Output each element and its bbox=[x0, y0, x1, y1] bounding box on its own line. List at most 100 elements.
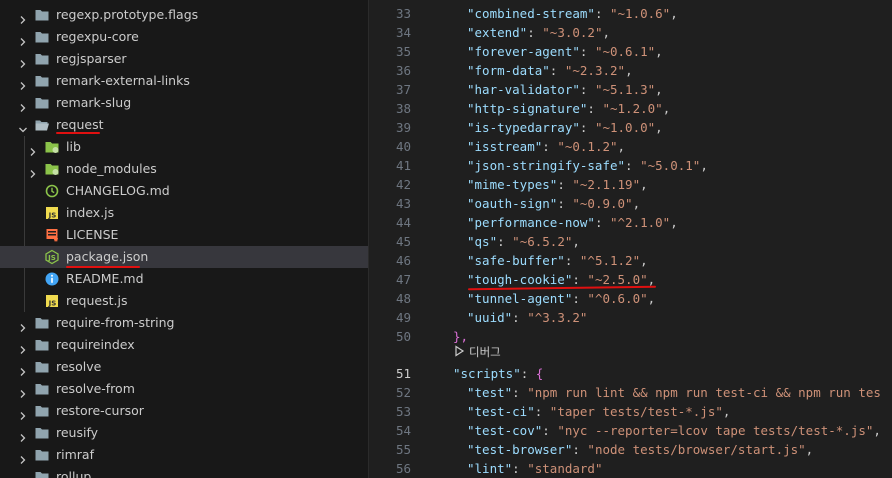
folder-icon bbox=[34, 381, 50, 397]
tree-item-license[interactable]: LICENSE bbox=[0, 224, 368, 246]
tree-item-resolve[interactable]: resolve bbox=[0, 356, 368, 378]
tree-item-rollup[interactable]: rollup bbox=[0, 466, 368, 478]
tree-item-request-js[interactable]: JS request.js bbox=[0, 290, 368, 312]
code-line: 53 "test-ci": "taper tests/test-*.js", bbox=[369, 402, 892, 421]
tree-item-label: rollup bbox=[56, 469, 92, 478]
tree-item-remark-external-links[interactable]: remark-external-links bbox=[0, 70, 368, 92]
tree-item-package-json[interactable]: JS package.json bbox=[0, 246, 368, 268]
line-number: 38 bbox=[395, 101, 411, 116]
json-key: "http-signature" bbox=[467, 101, 588, 116]
json-comma: , bbox=[722, 404, 731, 419]
tree-item-requireindex[interactable]: requireindex bbox=[0, 334, 368, 356]
json-colon: : bbox=[572, 272, 588, 287]
code-text: "uuid": "^3.3.2" bbox=[467, 308, 587, 327]
json-comma: , bbox=[640, 253, 648, 268]
code-text: "safe-buffer": "^5.1.2", bbox=[467, 251, 648, 270]
code-line: 50}, bbox=[369, 327, 892, 346]
json-key: "extend" bbox=[467, 25, 528, 40]
tree-item-rimraf[interactable]: rimraf bbox=[0, 444, 368, 466]
tree-item-label: index.js bbox=[66, 205, 115, 220]
folder-icon bbox=[34, 7, 50, 23]
tree-item-label: request.js bbox=[66, 293, 128, 308]
json-colon: : bbox=[579, 120, 595, 135]
json-colon: : bbox=[572, 442, 588, 457]
chevron-right-icon[interactable] bbox=[18, 384, 28, 398]
folder-icon bbox=[34, 95, 50, 111]
chevron-right-icon[interactable] bbox=[18, 450, 28, 464]
json-comma: , bbox=[602, 25, 611, 40]
line-number: 46 bbox=[395, 253, 411, 268]
chevron-right-icon[interactable] bbox=[18, 340, 28, 354]
json-key: "lint" bbox=[467, 461, 513, 476]
chevron-right-icon[interactable] bbox=[18, 318, 28, 332]
chevron-right-icon[interactable] bbox=[18, 362, 28, 376]
json-string-value: "^3.3.2" bbox=[527, 310, 588, 325]
tree-item-restore-cursor[interactable]: restore-cursor bbox=[0, 400, 368, 422]
chevron-down-icon[interactable] bbox=[18, 120, 28, 133]
json-colon: : bbox=[564, 253, 580, 268]
json-key: "combined-stream" bbox=[467, 6, 595, 21]
codelens-debug[interactable]: 디버그 bbox=[453, 343, 501, 361]
line-number: 42 bbox=[395, 177, 411, 192]
chevron-right-icon[interactable] bbox=[18, 10, 28, 24]
chevron-right-icon[interactable] bbox=[18, 428, 28, 442]
tree-item-index-js[interactable]: JS index.js bbox=[0, 202, 368, 224]
json-colon: : bbox=[625, 158, 641, 173]
line-number: 55 bbox=[395, 442, 411, 457]
tree-item-regexp-prototype-flags[interactable]: regexp.prototype.flags bbox=[0, 4, 368, 26]
tree-item-lib[interactable]: lib bbox=[0, 136, 368, 158]
tree-item-regexpu-core[interactable]: regexpu-core bbox=[0, 26, 368, 48]
javascript-file-icon: JS bbox=[44, 293, 60, 309]
json-string-value: "~5.1.3" bbox=[594, 82, 656, 97]
json-key: "test" bbox=[467, 385, 513, 400]
json-string-value: "~5.0.1" bbox=[640, 158, 701, 173]
code-editor[interactable]: 33 "combined-stream": "~1.0.6", 34 "extend"… bbox=[369, 0, 892, 478]
code-text: "isstream": "~0.1.2", bbox=[467, 137, 625, 156]
tree-item-label: regexpu-core bbox=[56, 29, 139, 44]
chevron-right-icon[interactable] bbox=[18, 32, 28, 46]
code-line: 52 "test": "npm run lint && npm run test-… bbox=[369, 383, 892, 402]
tree-item-reusify[interactable]: reusify bbox=[0, 422, 368, 444]
tree-item-remark-slug[interactable]: remark-slug bbox=[0, 92, 368, 114]
folder-icon bbox=[34, 73, 50, 89]
tree-item-label: README.md bbox=[66, 271, 144, 286]
annotation-underline-request bbox=[56, 132, 100, 134]
tree-item-changelog-md[interactable]: CHANGELOG.md bbox=[0, 180, 368, 202]
line-number: 37 bbox=[395, 82, 411, 97]
line-number: 43 bbox=[395, 196, 411, 211]
tree-item-readme-md[interactable]: README.md bbox=[0, 268, 368, 290]
chevron-right-icon[interactable] bbox=[18, 76, 28, 90]
code-line: 37 "har-validator": "~5.1.3", bbox=[369, 80, 892, 99]
json-string-value: "taper tests/test-*.js" bbox=[549, 404, 723, 419]
json-string-value: "npm run lint && npm run test-ci && npm … bbox=[527, 385, 881, 400]
json-colon: : bbox=[549, 63, 565, 78]
javascript-file-icon: JS bbox=[44, 205, 60, 221]
json-colon: : bbox=[512, 461, 528, 476]
json-colon: : bbox=[527, 25, 543, 40]
json-key: "performance-now" bbox=[467, 215, 595, 230]
tree-item-label: rimraf bbox=[56, 447, 94, 462]
folder-open-icon bbox=[34, 117, 50, 133]
folder-icon bbox=[34, 51, 50, 67]
chevron-right-icon[interactable] bbox=[18, 98, 28, 112]
json-string-value: "~1.2.0" bbox=[602, 101, 663, 116]
tree-item-regjsparser[interactable]: regjsparser bbox=[0, 48, 368, 70]
code-text: "forever-agent": "~0.6.1", bbox=[467, 42, 663, 61]
code-line: 48 "tunnel-agent": "^0.6.0", bbox=[369, 289, 892, 308]
code-text: "is-typedarray": "~1.0.0", bbox=[467, 118, 663, 137]
json-string-value: "~0.6.1" bbox=[594, 44, 656, 59]
chevron-right-icon[interactable] bbox=[18, 406, 28, 420]
code-line: 34 "extend": "~3.0.2", bbox=[369, 23, 892, 42]
chevron-right-icon[interactable] bbox=[28, 142, 38, 156]
json-key: "har-validator" bbox=[467, 82, 580, 97]
tree-item-node-modules[interactable]: node_modules bbox=[0, 158, 368, 180]
folder-icon bbox=[34, 359, 50, 375]
code-line: 55 "test-browser": "node tests/browser/st… bbox=[369, 440, 892, 459]
json-colon: : bbox=[557, 177, 573, 192]
tree-item-require-from-string[interactable]: require-from-string bbox=[0, 312, 368, 334]
tree-item-resolve-from[interactable]: resolve-from bbox=[0, 378, 368, 400]
chevron-right-icon[interactable] bbox=[18, 54, 28, 68]
chevron-right-icon[interactable] bbox=[18, 472, 28, 478]
svg-text:JS: JS bbox=[48, 300, 57, 308]
chevron-right-icon[interactable] bbox=[28, 164, 38, 178]
